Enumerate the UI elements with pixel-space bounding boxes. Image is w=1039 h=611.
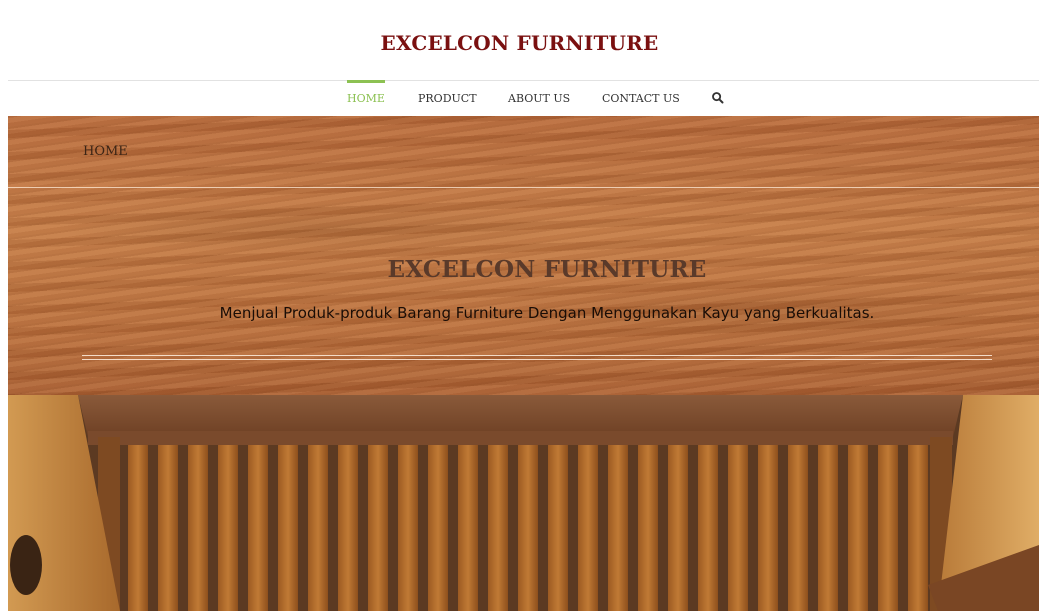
search-icon-glyph — [712, 92, 724, 104]
breadcrumb[interactable]: HOME — [83, 144, 128, 159]
nav-item-product[interactable]: PRODUCT — [418, 81, 477, 116]
hero-title: EXCELCON FURNITURE — [387, 256, 707, 283]
search-icon[interactable] — [711, 91, 725, 105]
page: EXCELCON FURNITURE HOME PRODUCT ABOUT US… — [0, 0, 1039, 611]
nav-list: HOME PRODUCT ABOUT US CONTACT US — [8, 80, 1039, 116]
breadcrumb-divider — [8, 187, 1039, 188]
hero-tagline: Menjual Produk-produk Barang Furniture D… — [219, 304, 875, 322]
main-nav: HOME PRODUCT ABOUT US CONTACT US — [8, 80, 1039, 116]
site-header: EXCELCON FURNITURE — [0, 0, 1039, 80]
nav-item-about-us[interactable]: ABOUT US — [508, 81, 570, 116]
nav-item-contact-us[interactable]: CONTACT US — [602, 81, 680, 116]
bench-photo — [8, 395, 1039, 611]
bench-photo-illustration — [8, 395, 1039, 611]
nav-item-home[interactable]: HOME — [347, 80, 385, 116]
hero-double-rule — [82, 355, 992, 360]
hero-banner: HOME EXCELCON FURNITURE Menjual Produk-p… — [8, 116, 1039, 395]
site-title[interactable]: EXCELCON FURNITURE — [0, 31, 1039, 55]
bench-slats — [128, 445, 928, 611]
